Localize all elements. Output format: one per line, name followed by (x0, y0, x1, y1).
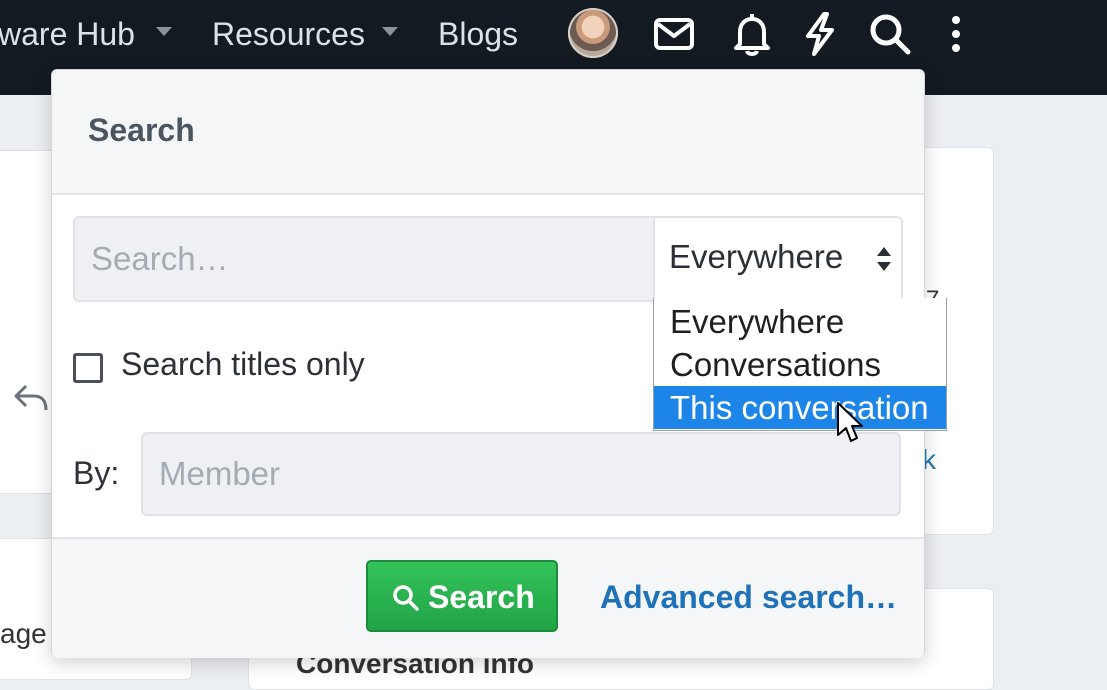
background-text-fragment: age (0, 618, 47, 649)
scope-option-this-conversation[interactable]: This conversation (654, 386, 946, 429)
search-icon[interactable] (864, 8, 916, 60)
nav-item-blogs[interactable]: Blogs (438, 12, 518, 56)
more-vertical-icon[interactable] (930, 8, 982, 60)
search-icon (393, 585, 419, 611)
member-input[interactable] (141, 432, 901, 516)
nav-item-hardware-hub[interactable]: ware Hub (0, 12, 135, 56)
search-popup-title: Search (88, 112, 195, 148)
search-button-label: Search (428, 579, 535, 615)
chevron-down-icon[interactable] (382, 27, 398, 36)
scope-option-everywhere[interactable]: Everywhere (654, 300, 946, 343)
lightning-icon[interactable] (794, 8, 846, 60)
search-popup-footer: Search Advanced search… (52, 537, 924, 658)
search-scope-options: Everywhere Conversations This conversati… (653, 298, 947, 431)
bell-icon[interactable] (726, 8, 778, 60)
envelope-icon[interactable] (648, 8, 700, 60)
search-submit-button[interactable]: Search (366, 560, 558, 632)
titles-only-checkbox[interactable] (73, 353, 103, 383)
search-scope-select[interactable]: Everywhere (653, 218, 901, 300)
search-popup-header: Search (52, 70, 924, 195)
scope-option-conversations[interactable]: Conversations (654, 343, 946, 386)
titles-only-label[interactable]: Search titles only (121, 346, 365, 383)
advanced-search-link[interactable]: Advanced search… (600, 579, 897, 616)
reply-icon[interactable] (12, 378, 50, 416)
chevron-down-icon[interactable] (156, 27, 172, 36)
search-input[interactable] (75, 218, 653, 300)
nav-item-resources[interactable]: Resources (212, 12, 365, 56)
mouse-cursor-icon (837, 402, 863, 442)
avatar[interactable] (568, 8, 618, 58)
by-label: By: (73, 455, 120, 491)
select-arrows-icon (877, 247, 891, 271)
search-scope-value: Everywhere (669, 238, 844, 275)
search-field-group: Everywhere (73, 216, 903, 302)
